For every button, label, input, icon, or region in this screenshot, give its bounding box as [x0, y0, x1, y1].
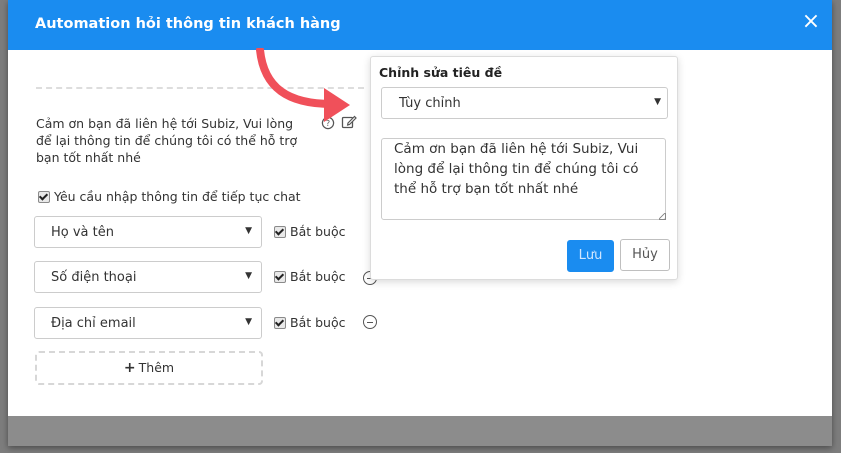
caret-down-icon: ▼	[245, 317, 252, 327]
required-checkbox[interactable]	[274, 316, 286, 329]
popover-title: Chỉnh sửa tiêu đề	[379, 65, 503, 80]
require-info-checkbox[interactable]	[38, 190, 50, 203]
modal-header: Automation hỏi thông tin khách hàng ×	[8, 0, 832, 50]
field-select-email[interactable]: Địa chỉ email ▼	[34, 307, 262, 339]
required-checkbox-row[interactable]: Bắt buộc	[274, 315, 346, 330]
require-info-checkbox-row[interactable]: Yêu cầu nhập thông tin để tiếp tục chat	[38, 189, 301, 204]
field-select-phone[interactable]: Số điện thoại ▼	[34, 261, 262, 293]
close-icon[interactable]: ×	[800, 11, 822, 33]
modal-dialog: Automation hỏi thông tin khách hàng × Cả…	[8, 0, 832, 446]
caret-down-icon: ▼	[245, 271, 252, 281]
required-checkbox-row[interactable]: Bắt buộc	[274, 269, 346, 284]
field-select-value: Họ và tên	[51, 225, 114, 240]
required-label: Bắt buộc	[290, 269, 346, 284]
field-select-value: Địa chỉ email	[51, 316, 136, 331]
plus-icon: +	[123, 360, 136, 376]
modal-title: Automation hỏi thông tin khách hàng	[35, 16, 341, 32]
title-type-value: Tùy chỉnh	[399, 96, 461, 111]
field-select-value: Số điện thoại	[51, 270, 137, 285]
field-select-name[interactable]: Họ và tên ▼	[34, 216, 262, 248]
save-button[interactable]: Lưu	[567, 240, 614, 272]
required-label: Bắt buộc	[290, 315, 346, 330]
modal-footer	[8, 416, 832, 446]
remove-field-icon[interactable]	[363, 315, 377, 329]
required-checkbox[interactable]	[274, 225, 286, 238]
required-checkbox-row[interactable]: Bắt buộc	[274, 224, 346, 239]
add-field-label: Thêm	[138, 360, 175, 375]
required-label: Bắt buộc	[290, 224, 346, 239]
required-checkbox[interactable]	[274, 270, 286, 283]
resize-grip-icon[interactable]	[659, 213, 666, 220]
cancel-button[interactable]: Hủy	[620, 239, 670, 271]
title-textarea[interactable]: Cảm ơn bạn đã liên hệ tới Subiz, Vui lòn…	[381, 138, 666, 220]
red-arrow-annotation	[256, 48, 350, 122]
require-info-label: Yêu cầu nhập thông tin để tiếp tục chat	[54, 189, 301, 204]
caret-down-icon: ▼	[245, 226, 252, 236]
edit-title-popover: Chỉnh sửa tiêu đề Tùy chỉnh ▼ Cảm ơn bạn…	[370, 56, 678, 280]
caret-down-icon: ▼	[654, 97, 661, 107]
title-type-select[interactable]: Tùy chỉnh ▼	[381, 87, 668, 119]
add-field-button[interactable]: + Thêm	[35, 351, 263, 385]
